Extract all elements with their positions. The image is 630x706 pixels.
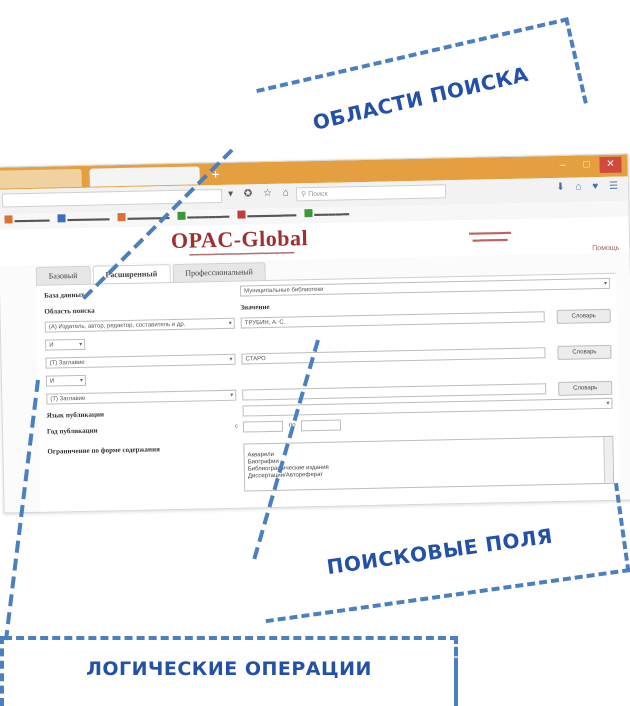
search-placeholder: Поиск: [308, 190, 328, 199]
browser-tab[interactable]: [0, 168, 82, 189]
logic-operator-1: И: [49, 342, 54, 349]
callout-search-areas: ОБЛАСТИ ПОИСКА: [256, 17, 588, 175]
chevron-down-icon: ▾: [230, 392, 234, 399]
close-icon[interactable]: ✕: [599, 156, 622, 174]
language-label: Язык публикации: [46, 410, 105, 420]
bookmark-icon: [117, 212, 126, 222]
bookmark-item[interactable]: ▬▬▬▬▬▬: [57, 211, 110, 228]
search-value-2: СТАРО: [245, 356, 266, 363]
address-bar[interactable]: [2, 188, 223, 208]
dictionary-button-3[interactable]: Словарь: [558, 380, 613, 396]
chevron-down-icon: ▾: [79, 377, 84, 384]
language-select[interactable]: ▾: [242, 397, 613, 417]
bookmark-item[interactable]: ▬▬▬▬▬: [304, 206, 349, 223]
search-value-1: ТРУБИН, А. С.: [244, 319, 286, 327]
search-area-select-3[interactable]: (Т) Заглавие ▾: [46, 389, 237, 405]
logic-operator-select-1[interactable]: И ▾: [45, 338, 86, 351]
callout-logic-operations-text: ЛОГИЧЕСКИЕ ОПЕРАЦИИ: [86, 658, 372, 680]
year-label: Год публикации: [46, 426, 98, 436]
value-label: Значение: [240, 302, 270, 312]
logo-right: ▬▬▬▬▬▬ ▬▬▬▬▬: [468, 228, 511, 244]
browser-screenshot: + – □ ✕ ▾ ✪ ☆ ⌂ ⚲ Поиск ⬇ ⌂ ♥ ☰ ▬▬▬▬▬ ▬▬…: [0, 153, 630, 514]
stage: + – □ ✕ ▾ ✪ ☆ ⌂ ⚲ Поиск ⬇ ⌂ ♥ ☰ ▬▬▬▬▬ ▬▬…: [0, 0, 630, 706]
year-from-label: с: [234, 423, 238, 430]
search-value-input-2[interactable]: СТАРО: [241, 347, 546, 365]
dictionary-button-1[interactable]: Словарь: [556, 308, 611, 324]
logo-subtitle: ▬▬▬▬▬▬▬▬▬▬▬▬▬▬▬▬▬▬▬▬▬: [189, 249, 295, 258]
search-area-select-2[interactable]: (Т) Заглавие ▾: [45, 353, 236, 369]
search-value-input-1[interactable]: ТРУБИН, А. С.: [240, 311, 545, 329]
toolbar-icons[interactable]: ⬇ ⌂ ♥ ☰: [556, 181, 622, 193]
callout-logic-right-border: [454, 636, 462, 706]
scrollbar[interactable]: [603, 436, 614, 483]
database-label: База данных: [44, 290, 85, 300]
search-area-value-2: (Т) Заглавие: [49, 359, 85, 367]
chevron-down-icon: ▾: [603, 280, 608, 287]
content-form-label: Ограничение по форме содержания: [47, 445, 160, 456]
search-area-value-3: (Т) Заглавие: [50, 395, 86, 403]
chevron-down-icon: ▾: [79, 341, 83, 348]
bookmark-icon: [237, 210, 246, 219]
content-form-listbox[interactable]: Акварели Биографии Библиографические изд…: [243, 435, 615, 492]
search-area-value-1: (А) Издатель, автор, редактор, составите…: [48, 321, 186, 331]
database-value: Муниципальные библиотеки: [244, 286, 324, 295]
callout-logic-left-border: [0, 636, 8, 706]
maximize-icon[interactable]: □: [575, 157, 597, 173]
area-label: Область поиска: [44, 306, 95, 316]
nav-icons[interactable]: ▾ ✪ ☆ ⌂: [228, 187, 293, 199]
bookmark-icon: [4, 215, 13, 224]
search-form: База данных Муниципальные библиотеки ▾ Об…: [35, 272, 621, 514]
bookmark-item[interactable]: ▬▬▬▬▬: [4, 213, 50, 230]
dictionary-button-2[interactable]: Словарь: [557, 344, 612, 360]
chevron-down-icon: ▾: [229, 356, 233, 363]
chevron-down-icon: ▾: [606, 400, 610, 407]
logic-operator-select-2[interactable]: И ▾: [45, 374, 87, 387]
callout-search-areas-text: ОБЛАСТИ ПОИСКА: [310, 61, 531, 135]
minimize-icon[interactable]: –: [551, 158, 573, 174]
window-controls: – □ ✕: [551, 156, 622, 174]
bookmark-icon: [304, 209, 313, 218]
search-area-select-1[interactable]: (А) Издатель, автор, редактор, составите…: [44, 317, 235, 333]
chevron-down-icon: ▾: [228, 320, 232, 327]
new-tab-icon[interactable]: +: [207, 165, 223, 183]
callout-logic-operations: ЛОГИЧЕСКИЕ ОПЕРАЦИИ: [4, 636, 458, 698]
callout-search-fields-text: ПОИСКОВЫЕ ПОЛЯ: [325, 523, 555, 580]
bookmark-item[interactable]: ▬▬▬▬▬▬: [177, 209, 229, 226]
bookmark-icon: [57, 214, 66, 223]
year-to-input[interactable]: [300, 419, 342, 432]
bookmark-icon: [177, 211, 186, 220]
bookmark-item[interactable]: ▬▬▬▬▬▬▬: [237, 207, 296, 224]
browser-tab-active[interactable]: [89, 166, 200, 187]
bookmark-item[interactable]: ▬▬▬▬▬▬: [117, 210, 170, 227]
help-link[interactable]: Помощь: [592, 245, 619, 253]
logic-operator-2: И: [49, 378, 55, 385]
database-select[interactable]: Муниципальные библиотеки ▾: [239, 277, 611, 297]
browser-search-input[interactable]: ⚲ Поиск: [295, 184, 447, 202]
year-to-label: по: [288, 422, 296, 429]
tab-basic[interactable]: Базовый: [35, 265, 91, 286]
search-value-input-3[interactable]: [242, 383, 547, 401]
year-from-input[interactable]: [242, 420, 284, 433]
